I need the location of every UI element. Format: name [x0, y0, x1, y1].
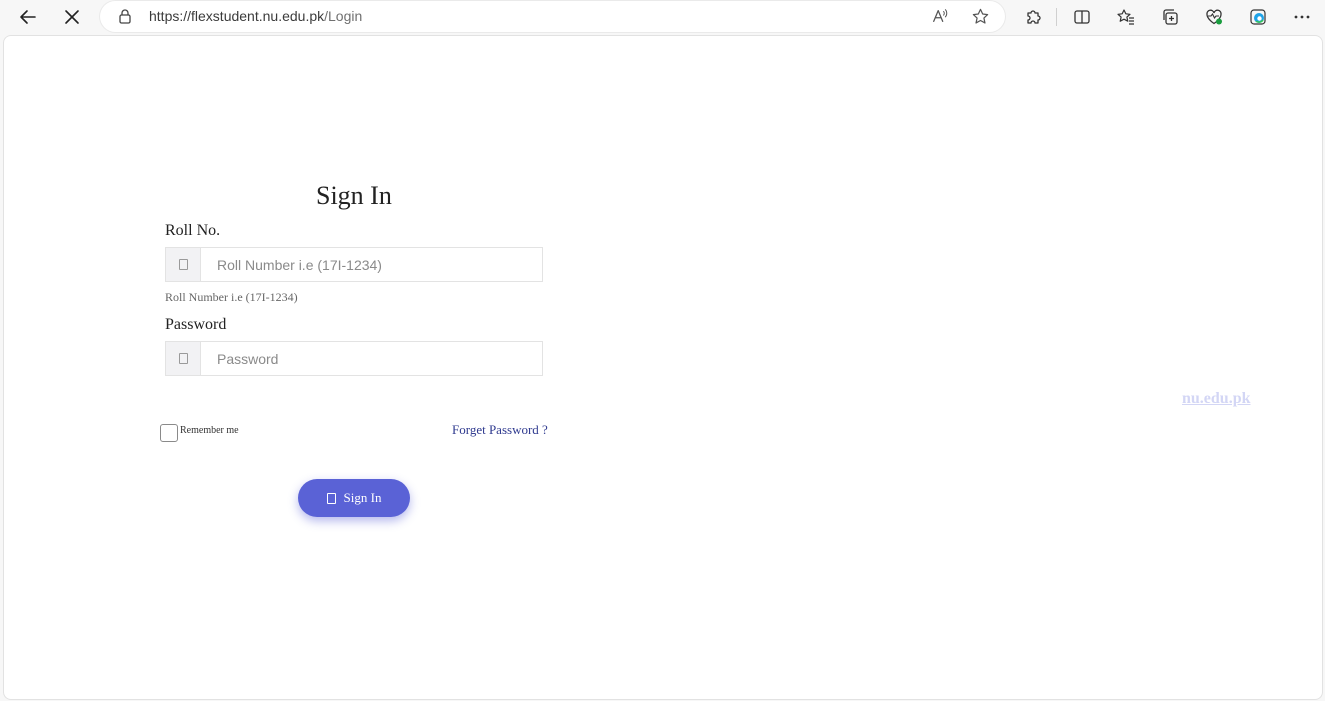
- close-icon[interactable]: [58, 3, 86, 31]
- page-title: Sign In: [316, 181, 392, 210]
- url-path: /Login: [324, 8, 363, 24]
- roll-hint: Roll Number i.e (17I-1234): [165, 290, 298, 304]
- roll-input-group: [165, 247, 543, 282]
- page-viewport: Sign In Roll No. Roll Number i.e (17I-12…: [4, 36, 1322, 699]
- user-icon: [166, 248, 201, 281]
- roll-number-input[interactable]: [202, 248, 542, 281]
- url-text[interactable]: https://flexstudent.nu.edu.pk/Login: [149, 8, 362, 24]
- nu-website-link[interactable]: nu.edu.pk: [1182, 390, 1251, 408]
- edge-icon[interactable]: [1244, 3, 1272, 31]
- url-host: https://flexstudent.nu.edu.pk: [149, 8, 325, 24]
- collections-icon[interactable]: [1156, 3, 1184, 31]
- forget-password-link[interactable]: Forget Password ?: [452, 422, 548, 438]
- favorites-icon[interactable]: [1112, 3, 1140, 31]
- lock-icon: [166, 342, 201, 375]
- star-icon[interactable]: [970, 6, 990, 26]
- sign-in-button[interactable]: Sign In: [298, 479, 410, 517]
- heart-pulse-icon[interactable]: [1200, 3, 1228, 31]
- arrow-left-icon[interactable]: [14, 3, 42, 31]
- remember-me-label[interactable]: Remember me: [180, 425, 239, 436]
- lock-icon[interactable]: [116, 7, 134, 25]
- password-label: Password: [165, 316, 227, 333]
- more-icon[interactable]: [1288, 3, 1316, 31]
- address-bar[interactable]: https://flexstudent.nu.edu.pk/Login: [100, 1, 1005, 32]
- puzzle-icon[interactable]: [1020, 3, 1048, 31]
- sign-in-icon: [326, 492, 336, 504]
- remember-me-checkbox[interactable]: [160, 424, 178, 442]
- read-aloud-icon[interactable]: [930, 6, 950, 26]
- split-screen-icon[interactable]: [1068, 3, 1096, 31]
- password-input[interactable]: [202, 342, 542, 375]
- sign-in-button-label: Sign In: [343, 490, 382, 505]
- roll-label: Roll No.: [165, 222, 221, 239]
- browser-toolbar: https://flexstudent.nu.edu.pk/Login: [0, 0, 1325, 34]
- toolbar-divider: [1056, 8, 1057, 26]
- password-input-group: [165, 341, 543, 376]
